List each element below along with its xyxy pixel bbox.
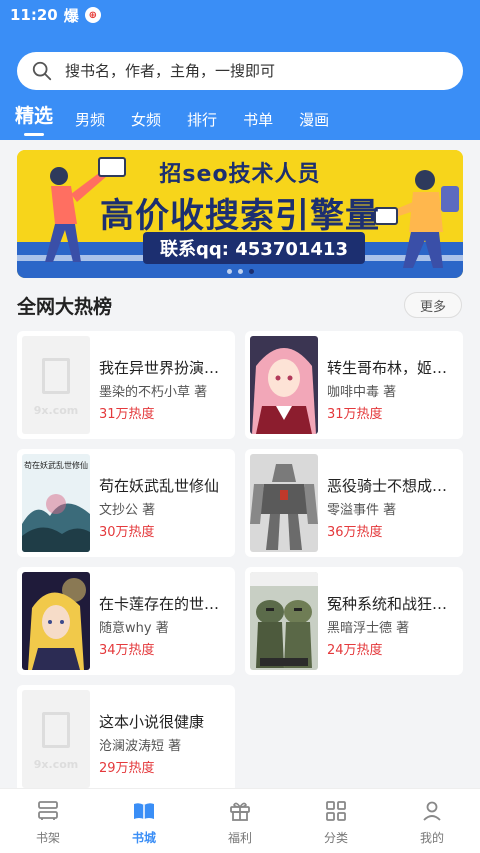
banner-title: 高价收搜索引擎量 — [100, 196, 380, 236]
carousel-dot-active[interactable] — [248, 269, 254, 274]
status-time: 11:20 — [10, 6, 58, 24]
nav-welfare[interactable]: 福利 — [192, 789, 288, 853]
book-cover — [250, 336, 318, 434]
carousel-dot[interactable] — [226, 269, 232, 274]
grid-icon — [326, 801, 346, 821]
soldiers-cover — [250, 572, 318, 670]
tab-male[interactable]: 男频 — [75, 107, 105, 139]
book-cover-placeholder: 9x.com — [22, 336, 90, 434]
nav-label: 书架 — [35, 831, 60, 845]
book-placeholder-icon — [42, 712, 70, 748]
anime-girl-cover — [250, 336, 318, 434]
book-title: 这本小说很健康 — [99, 713, 205, 731]
notification-icon: 爆 — [63, 6, 79, 25]
book-author: 沧澜波涛短 著 — [99, 739, 182, 754]
search-icon — [32, 61, 52, 81]
book-heat: 31万热度 — [327, 407, 383, 422]
bookshelf-icon — [38, 801, 58, 820]
bottom-navigation: 书架 书城 福利 分类 我的 — [0, 788, 480, 853]
tab-female[interactable]: 女频 — [131, 107, 161, 139]
book-title: 在卡莲存在的世界... — [99, 595, 229, 613]
nav-profile[interactable]: 我的 — [384, 789, 480, 853]
banner-headline: 招seo技术人员 — [159, 162, 321, 187]
tab-booklist[interactable]: 书单 — [243, 107, 273, 139]
book-heat: 34万热度 — [99, 643, 155, 658]
gift-icon — [230, 802, 250, 821]
tab-ranking[interactable]: 排行 — [187, 107, 217, 139]
book-card[interactable]: 冤种系统和战狂的... 黑暗浮士德 著 24万热度 — [245, 567, 463, 675]
nav-bookstore[interactable]: 书城 — [96, 789, 192, 853]
book-card[interactable]: 在卡莲存在的世界... 随意why 著 34万热度 — [17, 567, 235, 675]
nav-label: 分类 — [323, 831, 348, 845]
book-card[interactable]: 恶役骑士不想成为... 零溢事件 著 36万热度 — [245, 449, 463, 557]
blonde-girl-cover — [22, 572, 90, 670]
status-bar: 11:20 爆 ⊕ — [0, 0, 480, 30]
book-title: 我在异世界扮演动... — [99, 359, 229, 377]
user-icon — [423, 801, 441, 821]
tab-featured[interactable]: 精选 — [15, 104, 53, 136]
book-cover-placeholder: 9x.com — [22, 690, 90, 788]
main-content: 招seo技术人员 高价收搜索引擎量 联系qq: 453701413 全网大热榜 … — [0, 140, 480, 793]
app-header: 11:20 爆 ⊕ 精选 男频 女频 排行 书单 漫画 — [0, 0, 480, 140]
book-author: 随意why 著 — [99, 621, 169, 636]
book-cover: 苟在妖武乱世修仙 — [22, 454, 90, 552]
book-title: 苟在妖武乱世修仙 — [99, 477, 220, 495]
section-title: 全网大热榜 — [17, 296, 113, 318]
book-title: 转生哥布林，姬骑... — [327, 359, 457, 377]
placeholder-watermark: 9x.com — [33, 758, 79, 771]
book-author: 文抄公 著 — [99, 503, 156, 518]
promo-banner[interactable]: 招seo技术人员 高价收搜索引擎量 联系qq: 453701413 — [17, 150, 463, 278]
book-cover — [250, 454, 318, 552]
book-card[interactable]: 9x.com 这本小说很健康 沧澜波涛短 著 29万热度 — [17, 685, 235, 793]
book-title: 冤种系统和战狂的... — [327, 595, 457, 613]
book-heat: 29万热度 — [99, 761, 155, 776]
app-badge-icon: ⊕ — [84, 7, 101, 23]
nav-label: 我的 — [419, 831, 444, 845]
book-card[interactable]: 苟在妖武乱世修仙 苟在妖武乱世修仙 文抄公 著 30万热度 — [17, 449, 235, 557]
banner-contact-box: 联系qq: 453701413 — [143, 232, 365, 264]
book-author: 墨染的不朽小草 著 — [99, 385, 208, 400]
ink-painting-cover: 苟在妖武乱世修仙 — [22, 454, 90, 552]
hot-ranking-section: 全网大热榜 更多 9x.com 我在异世界扮演动... 墨染的不朽小草 著 31… — [0, 288, 480, 793]
placeholder-watermark: 9x.com — [33, 404, 79, 417]
book-card[interactable]: 9x.com 我在异世界扮演动... 墨染的不朽小草 著 31万热度 — [17, 331, 235, 439]
tab-comics[interactable]: 漫画 — [299, 107, 329, 139]
book-cover — [22, 572, 90, 670]
book-heat: 24万热度 — [327, 643, 383, 658]
more-button[interactable]: 更多 — [404, 292, 462, 318]
search-bar[interactable] — [17, 52, 463, 90]
nav-label: 福利 — [227, 831, 252, 845]
nav-bookshelf[interactable]: 书架 — [0, 789, 96, 853]
book-author: 零溢事件 著 — [327, 503, 397, 518]
mecha-cover — [250, 454, 318, 552]
book-heat: 31万热度 — [99, 407, 155, 422]
banner-contact: 联系qq: 453701413 — [160, 239, 348, 260]
nav-category[interactable]: 分类 — [288, 789, 384, 853]
book-placeholder-icon — [42, 358, 70, 394]
book-open-icon — [134, 803, 154, 819]
book-heat: 30万热度 — [99, 525, 155, 540]
book-author: 黑暗浮士德 著 — [327, 621, 410, 636]
book-card[interactable]: 转生哥布林，姬骑... 咖啡中毒 著 31万热度 — [245, 331, 463, 439]
cover-title-text: 苟在妖武乱世修仙 — [24, 460, 88, 470]
book-cover — [250, 572, 318, 670]
book-author: 咖啡中毒 著 — [327, 385, 397, 400]
book-heat: 36万热度 — [327, 525, 383, 540]
nav-label: 书城 — [131, 831, 156, 845]
search-input[interactable] — [65, 62, 445, 80]
carousel-indicator — [17, 269, 463, 274]
category-tabs: 精选 男频 女频 排行 书单 漫画 — [0, 104, 329, 136]
carousel-dot[interactable] — [237, 269, 243, 274]
book-title: 恶役骑士不想成为... — [327, 477, 457, 495]
